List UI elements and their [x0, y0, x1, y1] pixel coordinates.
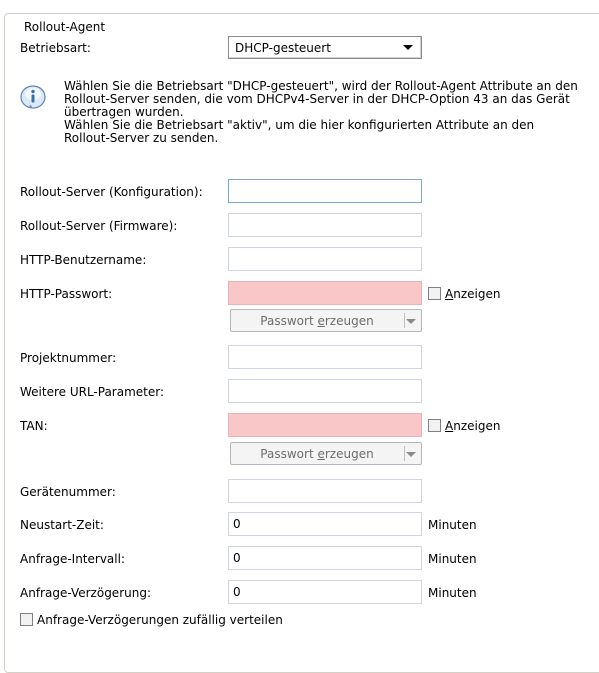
server-config-input[interactable] — [228, 179, 422, 203]
show-accel: A — [445, 419, 454, 433]
button-separator — [404, 313, 405, 328]
request-delay-unit: Minuten — [428, 586, 477, 600]
request-interval-unit: Minuten — [428, 552, 477, 566]
request-delay-input[interactable] — [228, 580, 422, 604]
tan-input[interactable] — [228, 413, 422, 437]
project-input[interactable] — [228, 345, 422, 369]
mode-label: Betriebsart: — [20, 41, 91, 55]
tan-label: TAN: — [20, 419, 48, 433]
server-firmware-input[interactable] — [228, 213, 422, 237]
info-text: Wählen Sie die Betriebsart "DHCP-gesteue… — [64, 80, 594, 145]
group-title: Rollout-Agent — [21, 19, 109, 35]
info-line: Rollout-Server zu senden. — [64, 131, 219, 145]
http-password-input[interactable] — [228, 281, 422, 305]
button-label: Passwort erzeugen — [260, 314, 374, 328]
request-interval-input[interactable] — [228, 546, 422, 570]
button-separator — [404, 446, 405, 461]
show-accel: A — [445, 287, 454, 301]
checkbox-box[interactable] — [428, 419, 441, 432]
project-label: Projektnummer: — [20, 351, 117, 365]
chevron-down-icon[interactable] — [406, 319, 416, 324]
generate-tan-button[interactable]: Passwort erzeugen — [230, 442, 422, 465]
tan-show-checkbox[interactable]: Anzeigen — [428, 418, 500, 434]
random-delay-label: Anfrage-Verzögerungen zufällig verteilen — [37, 613, 283, 627]
server-config-label: Rollout-Server (Konfiguration): — [20, 185, 203, 199]
chevron-down-icon[interactable] — [406, 452, 416, 457]
server-firmware-label: Rollout-Server (Firmware): — [20, 219, 178, 233]
request-interval-label: Anfrage-Intervall: — [20, 552, 125, 566]
show-label: nzeigen — [453, 419, 501, 433]
request-delay-label: Anfrage-Verzögerung: — [20, 586, 151, 600]
device-number-label: Gerätenummer: — [20, 485, 116, 499]
generate-password-button[interactable]: Passwort erzeugen — [230, 309, 422, 332]
chevron-down-icon — [403, 45, 413, 50]
http-user-input[interactable] — [228, 247, 422, 271]
url-params-input[interactable] — [228, 379, 422, 403]
restart-time-unit: Minuten — [428, 518, 477, 532]
button-label: Passwort erzeugen — [260, 447, 374, 461]
random-delay-checkbox[interactable]: Anfrage-Verzögerungen zufällig verteilen — [20, 612, 283, 628]
checkbox-box[interactable] — [20, 613, 33, 626]
mode-select[interactable]: DHCP-gesteuert — [228, 36, 422, 59]
info-icon — [20, 85, 46, 109]
restart-time-input[interactable] — [228, 512, 422, 536]
show-label: nzeigen — [453, 287, 501, 301]
device-number-input[interactable] — [228, 479, 422, 503]
restart-time-label: Neustart-Zeit: — [20, 518, 104, 532]
http-password-show-checkbox[interactable]: Anzeigen — [428, 286, 500, 302]
url-params-label: Weitere URL-Parameter: — [20, 385, 165, 399]
checkbox-box[interactable] — [428, 287, 441, 300]
http-password-label: HTTP-Passwort: — [20, 287, 113, 301]
mode-select-value: DHCP-gesteuert — [235, 41, 331, 55]
http-user-label: HTTP-Benutzername: — [20, 253, 147, 267]
